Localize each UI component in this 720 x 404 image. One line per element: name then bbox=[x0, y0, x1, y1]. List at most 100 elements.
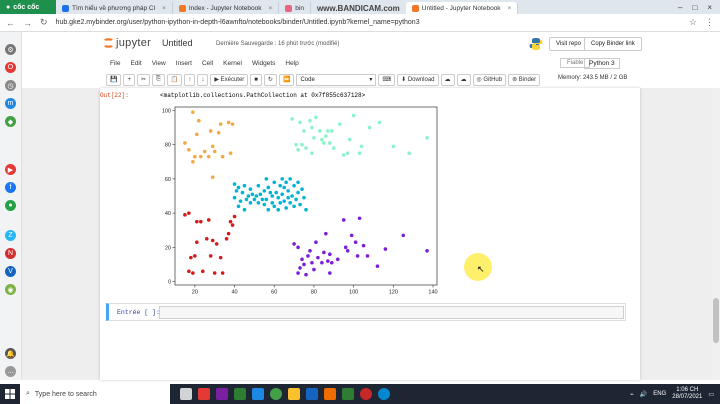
github-button[interactable]: ◎ GitHub bbox=[472, 73, 507, 86]
word-icon[interactable] bbox=[306, 388, 318, 400]
app-red-icon[interactable] bbox=[198, 388, 210, 400]
windows-start-icon[interactable] bbox=[0, 384, 20, 404]
forward-icon[interactable]: → bbox=[23, 18, 32, 28]
menu-edit[interactable]: Edit bbox=[130, 60, 141, 67]
binder-button[interactable]: ⊚ Binder bbox=[508, 73, 541, 86]
tab-index[interactable]: Index - Jupyter Notebook × bbox=[173, 2, 280, 14]
games-icon[interactable]: ◆ bbox=[5, 116, 16, 127]
browser-brand-label: cốc cốc bbox=[13, 3, 40, 11]
system-clock[interactable]: 1:06 CH 28/07/2021 bbox=[672, 387, 702, 401]
settings-icon[interactable]: ⚙ bbox=[5, 44, 16, 55]
close-icon[interactable]: × bbox=[162, 5, 166, 12]
video-icon[interactable]: V bbox=[5, 266, 16, 277]
map-icon[interactable]: ◉ bbox=[5, 284, 16, 295]
close-icon[interactable]: × bbox=[508, 5, 512, 12]
app-green-icon[interactable] bbox=[234, 388, 246, 400]
minimize-icon[interactable]: – bbox=[678, 3, 682, 12]
tab-research[interactable]: Tìm hiểu về phương pháp Cl × bbox=[56, 2, 173, 14]
search-icon: ⌕ bbox=[26, 390, 30, 397]
cut-icon[interactable]: ✂ bbox=[137, 73, 151, 86]
restart-run-all-icon[interactable]: ⏩ bbox=[278, 73, 295, 86]
close-icon[interactable]: × bbox=[268, 5, 272, 12]
kernel-indicator[interactable]: Python 3 bbox=[584, 58, 620, 69]
facebook-icon[interactable]: f bbox=[5, 182, 16, 193]
notification-icon[interactable]: 🔔 bbox=[5, 348, 16, 359]
scatter-point bbox=[268, 190, 273, 195]
url-field[interactable]: hub.gke2.mybinder.org/user/python-ipytho… bbox=[56, 19, 681, 26]
messenger-icon[interactable]: m bbox=[5, 98, 16, 109]
menu-help[interactable]: Help bbox=[285, 60, 298, 67]
cell-type-select[interactable]: Code ▾ bbox=[296, 73, 377, 86]
move-up-icon[interactable]: ↑ bbox=[184, 73, 196, 86]
news-icon[interactable]: N bbox=[5, 248, 16, 259]
download-button[interactable]: ⬇ Download bbox=[397, 73, 439, 86]
maximize-icon[interactable]: □ bbox=[692, 3, 697, 12]
page-favicon-icon bbox=[62, 4, 69, 12]
run-button[interactable]: ▶ Exécuter bbox=[210, 73, 249, 86]
app-circle-icon[interactable] bbox=[378, 388, 390, 400]
browser-brand[interactable]: ● cốc cốc bbox=[0, 0, 56, 14]
tab-untitled-notebook[interactable]: Untitled - Jupyter Notebook × bbox=[405, 2, 519, 14]
scrollbar-thumb[interactable] bbox=[713, 298, 719, 343]
scatter-point bbox=[304, 146, 308, 150]
add-cell-icon[interactable]: + bbox=[123, 73, 135, 86]
language-indicator[interactable]: ENG bbox=[653, 391, 666, 397]
input-cell[interactable]: Entrée [ ]: bbox=[106, 303, 626, 321]
network-icon[interactable]: ⌁ bbox=[630, 391, 634, 398]
close-window-icon[interactable]: × bbox=[707, 3, 712, 12]
volume-icon[interactable]: 🔊 bbox=[640, 391, 647, 398]
scatter-point bbox=[330, 129, 334, 133]
upload-icon[interactable]: ☁ bbox=[440, 73, 455, 86]
opera-icon[interactable]: O bbox=[5, 62, 16, 73]
back-icon[interactable]: ← bbox=[6, 18, 15, 28]
visit-repo-button[interactable]: Visit repo bbox=[549, 37, 588, 51]
windows-logo-icon bbox=[5, 389, 15, 399]
save-icon[interactable]: 💾 bbox=[106, 73, 122, 86]
scatter-point bbox=[365, 254, 370, 258]
stop-icon[interactable]: ■ bbox=[250, 73, 262, 86]
clock-icon[interactable]: ◷ bbox=[5, 80, 16, 91]
excel-icon[interactable] bbox=[342, 388, 354, 400]
jupyter-logo[interactable]: jupyter bbox=[104, 37, 151, 49]
cloud-download-icon[interactable]: ☁ bbox=[456, 73, 471, 86]
menu-icon[interactable]: ⋮ bbox=[705, 17, 714, 28]
more-icon[interactable]: … bbox=[5, 366, 16, 377]
keyboard-icon[interactable]: ⌨ bbox=[378, 73, 396, 86]
tab-binder[interactable]: bin bbox=[279, 2, 311, 14]
copy-binder-link-button[interactable]: Copy Binder link bbox=[584, 37, 642, 51]
reload-icon[interactable]: ↻ bbox=[40, 17, 48, 28]
scatter-point bbox=[189, 255, 193, 260]
app-blue-icon[interactable] bbox=[252, 388, 264, 400]
menu-file[interactable]: File bbox=[110, 60, 120, 67]
chat-icon[interactable]: ● bbox=[5, 200, 16, 211]
paste-icon[interactable]: 📋 bbox=[166, 73, 183, 86]
menu-insert[interactable]: Insert bbox=[176, 60, 192, 67]
youtube-icon[interactable]: ▶ bbox=[5, 164, 16, 175]
scatter-point bbox=[254, 194, 259, 198]
menu-view[interactable]: View bbox=[152, 60, 166, 67]
notebook-name[interactable]: Untitled bbox=[162, 38, 193, 48]
visual-studio-icon[interactable] bbox=[216, 388, 228, 400]
move-down-icon[interactable]: ↓ bbox=[197, 73, 209, 86]
task-view-icon[interactable] bbox=[180, 388, 192, 400]
copy-icon[interactable]: ⎘ bbox=[152, 73, 165, 86]
notifications-icon[interactable]: ▭ bbox=[708, 391, 714, 398]
scatter-point bbox=[274, 190, 279, 195]
star-icon[interactable]: ☆ bbox=[689, 17, 697, 28]
menu-cell[interactable]: Cell bbox=[202, 60, 213, 67]
taskbar-search-placeholder: Type here to search bbox=[34, 390, 97, 398]
scatter-point bbox=[341, 218, 346, 222]
restart-icon[interactable]: ↻ bbox=[263, 73, 277, 86]
bandicam-icon[interactable] bbox=[360, 388, 372, 400]
menu-widgets[interactable]: Widgets bbox=[252, 60, 275, 67]
file-explorer-icon[interactable] bbox=[288, 388, 300, 400]
scatter-point bbox=[294, 142, 298, 147]
code-input[interactable] bbox=[159, 306, 624, 319]
coccoc-browser-icon[interactable] bbox=[270, 388, 282, 400]
scatter-point bbox=[308, 118, 312, 123]
app-orange-icon[interactable] bbox=[324, 388, 336, 400]
scrollbar[interactable] bbox=[712, 88, 720, 380]
zalo-icon[interactable]: Z bbox=[5, 230, 16, 241]
taskbar-search[interactable]: ⌕ Type here to search bbox=[20, 384, 170, 404]
menu-kernel[interactable]: Kernel bbox=[223, 60, 242, 67]
